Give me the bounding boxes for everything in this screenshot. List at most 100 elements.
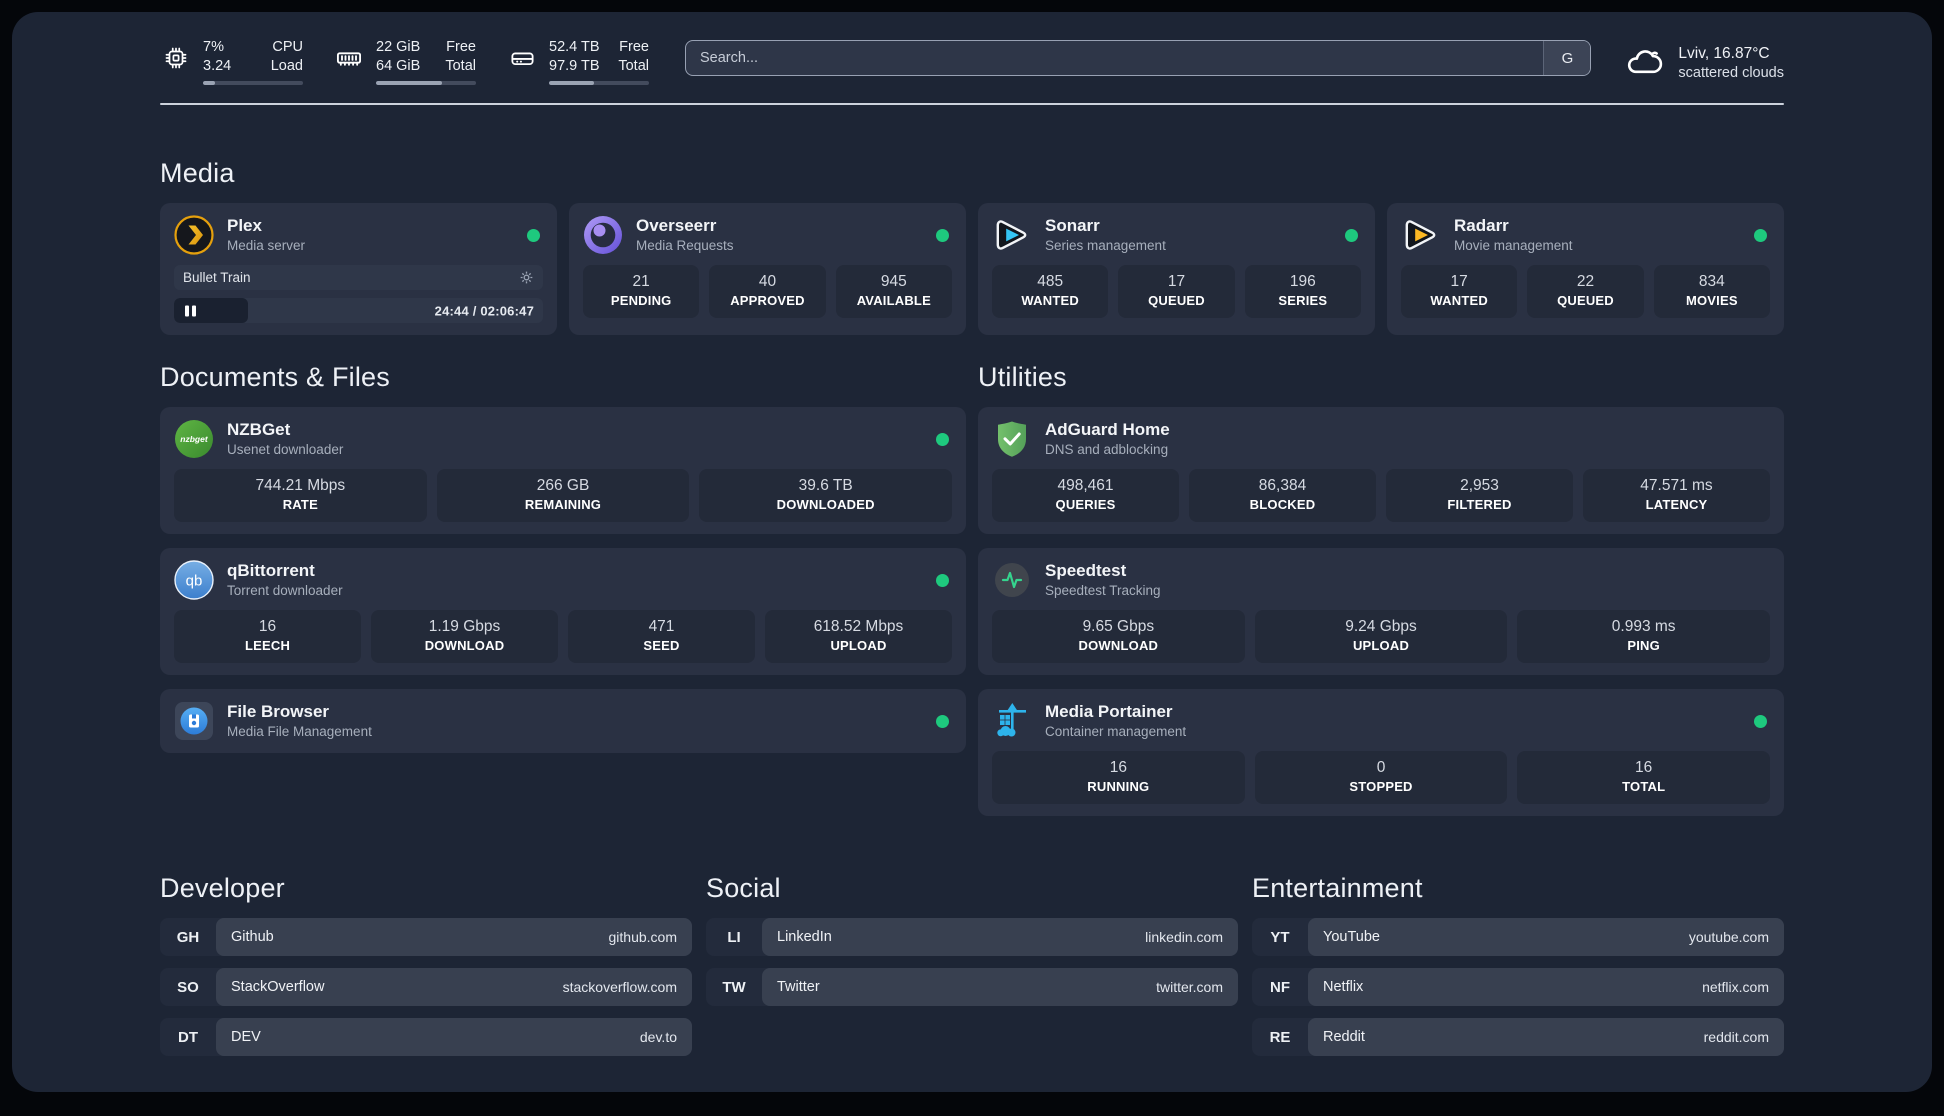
youtube-name: YouTube xyxy=(1323,929,1380,945)
memory-free-value: 22 GiB xyxy=(376,39,421,55)
stackoverflow-url: stackoverflow.com xyxy=(562,979,677,995)
disk-free-value: 52.4 TB xyxy=(549,39,600,55)
twitter-url: twitter.com xyxy=(1156,979,1223,995)
reddit-url: reddit.com xyxy=(1703,1029,1769,1045)
card-filebrowser: File Browser Media File Management xyxy=(160,689,966,753)
plex-app-link[interactable]: Plex Media server xyxy=(174,215,543,255)
section-entertainment: Entertainment YT YouTube youtube.com NF … xyxy=(1252,872,1784,1056)
system-stat-memory: 22 GiB 64 GiB Free Total xyxy=(333,38,476,85)
sonarr-app-link[interactable]: Sonarr Series management xyxy=(992,215,1361,255)
link-stackoverflow[interactable]: SO StackOverflow stackoverflow.com xyxy=(160,968,692,1006)
qbittorrent-stat-leech: 16 LEECH xyxy=(174,610,361,663)
search-input[interactable] xyxy=(685,40,1592,76)
overseerr-app-link[interactable]: Overseerr Media Requests xyxy=(583,215,952,255)
section-title-utilities: Utilities xyxy=(978,362,1067,392)
netflix-abbr: NF xyxy=(1270,978,1290,996)
github-name: Github xyxy=(231,929,274,945)
radarr-stat-wanted: 17 WANTED xyxy=(1401,265,1518,318)
plex-now-playing: Bullet Train xyxy=(174,265,543,290)
cloud-icon xyxy=(1623,40,1665,87)
youtube-abbr: YT xyxy=(1270,928,1290,946)
link-github[interactable]: GH Github github.com xyxy=(160,918,692,956)
plex-name: Plex xyxy=(227,216,262,235)
sonarr-description: Series management xyxy=(1045,238,1166,253)
sonarr-name: Sonarr xyxy=(1045,216,1100,235)
disk-icon xyxy=(506,38,538,78)
stackoverflow-name: StackOverflow xyxy=(231,979,325,995)
link-dev[interactable]: DT DEV dev.to xyxy=(160,1018,692,1056)
portainer-status-dot xyxy=(1754,714,1767,728)
filebrowser-icon xyxy=(174,701,214,741)
youtube-url: youtube.com xyxy=(1688,929,1769,945)
weather-condition: scattered clouds xyxy=(1678,65,1784,81)
cpu-icon xyxy=(160,38,192,78)
linkedin-url: linkedin.com xyxy=(1145,929,1223,945)
memory-icon xyxy=(333,38,365,78)
adguard-name: AdGuard Home xyxy=(1045,420,1170,439)
sonarr-stat-queued: 17 QUEUED xyxy=(1118,265,1235,318)
nzbget-app-link[interactable]: nzbget NZBGet Usenet downloader xyxy=(174,419,952,459)
system-stat-cpu: 7% 3.24 CPU Load xyxy=(160,38,303,85)
card-portainer: Media Portainer Container management 16 … xyxy=(978,689,1784,816)
disk-free-label: Free xyxy=(619,39,649,55)
section-title-social: Social xyxy=(706,873,781,903)
filebrowser-app-link[interactable]: File Browser Media File Management xyxy=(174,701,952,741)
twitter-abbr: TW xyxy=(722,978,746,996)
sonarr-icon xyxy=(992,215,1032,255)
nzbget-stat-downloaded: 39.6 TB DOWNLOADED xyxy=(699,469,953,522)
link-reddit[interactable]: RE Reddit reddit.com xyxy=(1252,1018,1784,1056)
portainer-app-link[interactable]: Media Portainer Container management xyxy=(992,701,1770,741)
plex-track-title: Bullet Train xyxy=(183,270,251,285)
sonarr-stat-series: 196 SERIES xyxy=(1244,265,1361,318)
netflix-name: Netflix xyxy=(1323,979,1364,995)
link-netflix[interactable]: NF Netflix netflix.com xyxy=(1252,968,1784,1006)
sonarr-stat-wanted: 485 WANTED xyxy=(992,265,1109,318)
link-youtube[interactable]: YT YouTube youtube.com xyxy=(1252,918,1784,956)
portainer-stat-running: 16 RUNNING xyxy=(992,751,1245,804)
card-radarr: Radarr Movie management 17 WANTED 22 QUE… xyxy=(1387,203,1784,335)
card-qbittorrent: qb qBittorrent Torrent downloader 16 LEE… xyxy=(160,548,966,675)
radarr-app-link[interactable]: Radarr Movie management xyxy=(1401,215,1770,255)
portainer-icon xyxy=(992,701,1032,741)
svg-text:qb: qb xyxy=(186,573,203,590)
gear-icon[interactable] xyxy=(519,270,534,285)
search-engine-button[interactable]: G xyxy=(1543,41,1591,75)
section-media: Media Plex Media server Bullet Train 24:… xyxy=(160,157,1784,335)
speedtest-app-link[interactable]: Speedtest Speedtest Tracking xyxy=(992,560,1770,600)
disk-progress-fill xyxy=(549,81,594,85)
qbittorrent-app-link[interactable]: qb qBittorrent Torrent downloader xyxy=(174,560,952,600)
speedtest-name: Speedtest xyxy=(1045,561,1127,580)
section-documents: Documents & Files nzbget NZBGet Usenet d… xyxy=(160,361,966,816)
radarr-stat-queued: 22 QUEUED xyxy=(1527,265,1644,318)
memory-progress-fill xyxy=(376,81,442,85)
section-title-media: Media xyxy=(160,158,235,188)
overseerr-description: Media Requests xyxy=(636,238,734,253)
speedtest-stat-download: 9.65 Gbps DOWNLOAD xyxy=(992,610,1245,663)
weather-location: Lviv, 16.87°C xyxy=(1678,45,1770,62)
plex-progress-bar[interactable]: 24:44 / 02:06:47 xyxy=(174,298,543,323)
link-twitter[interactable]: TW Twitter twitter.com xyxy=(706,968,1238,1006)
nzbget-description: Usenet downloader xyxy=(227,442,344,457)
stackoverflow-abbr: SO xyxy=(177,978,199,996)
radarr-icon xyxy=(1401,215,1441,255)
overseerr-stat-approved: 40 APPROVED xyxy=(709,265,826,318)
adguard-app-link[interactable]: AdGuard Home DNS and adblocking xyxy=(992,419,1770,459)
section-title-entertainment: Entertainment xyxy=(1252,873,1423,903)
radarr-name: Radarr xyxy=(1454,216,1509,235)
pause-icon[interactable] xyxy=(185,305,196,316)
card-adguard: AdGuard Home DNS and adblocking 498,461 … xyxy=(978,407,1784,534)
adguard-stat-latency: 47.571 ms LATENCY xyxy=(1583,469,1770,522)
disk-total-label: Total xyxy=(618,58,649,74)
linkedin-abbr: LI xyxy=(727,928,741,946)
link-linkedin[interactable]: LI LinkedIn linkedin.com xyxy=(706,918,1238,956)
portainer-name: Media Portainer xyxy=(1045,702,1173,721)
reddit-name: Reddit xyxy=(1323,1029,1365,1045)
qbittorrent-icon: qb xyxy=(174,560,214,600)
memory-progress-bar xyxy=(376,81,476,85)
cpu-progress-fill xyxy=(203,81,215,85)
card-plex: Plex Media server Bullet Train 24:44 / 0… xyxy=(160,203,557,335)
twitter-name: Twitter xyxy=(777,979,820,995)
plex-icon xyxy=(174,215,214,255)
section-utilities: Utilities AdGuard Home DNS and adblockin… xyxy=(978,361,1784,816)
portainer-description: Container management xyxy=(1045,724,1187,739)
